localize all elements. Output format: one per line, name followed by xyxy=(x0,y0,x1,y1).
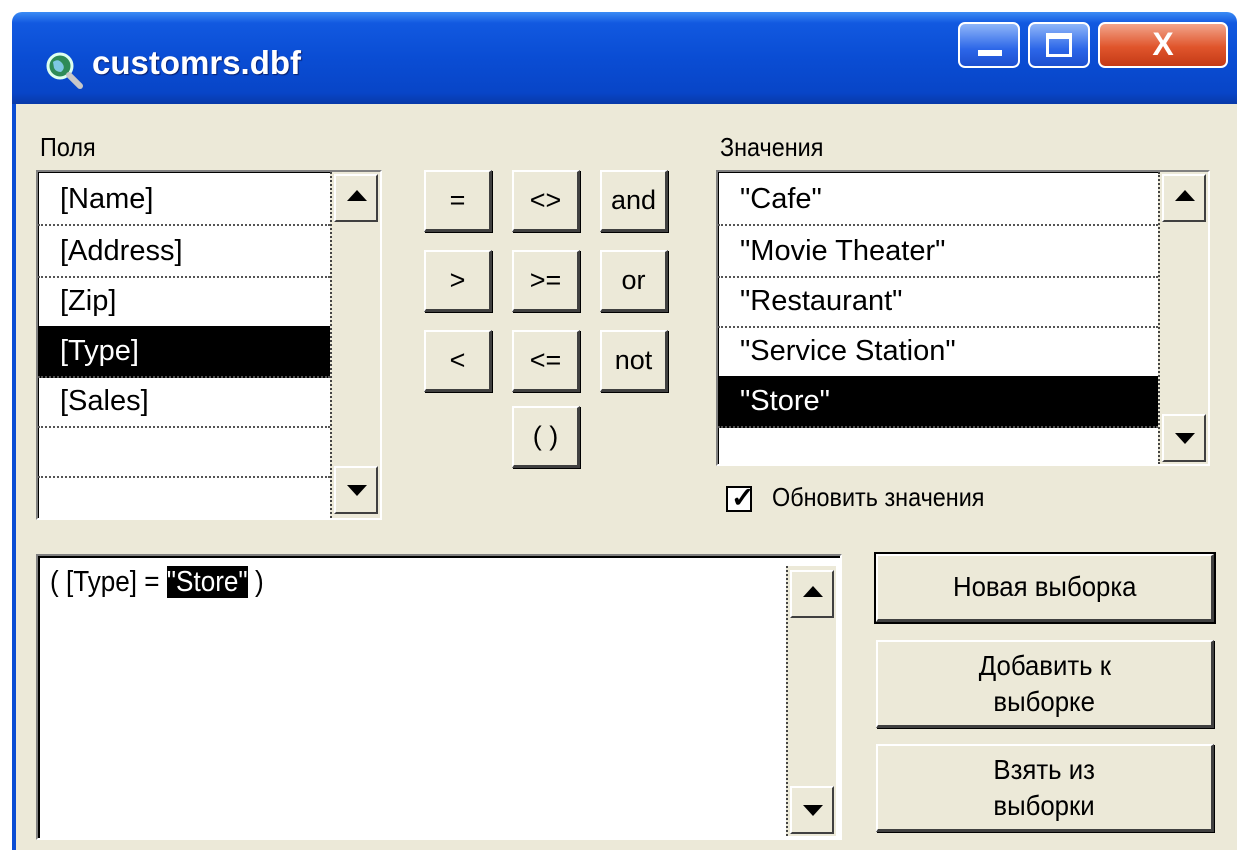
expression-textarea[interactable]: ( [Type] = "Store" ) xyxy=(36,554,842,840)
value-item-movie-theater[interactable]: "Movie Theater" xyxy=(718,226,1158,278)
expression-scroll-up-button[interactable] xyxy=(790,570,834,618)
new-selection-label: Новая выборка xyxy=(952,571,1137,602)
fields-scrollbar[interactable] xyxy=(330,172,380,518)
expression-suffix: ) xyxy=(247,566,264,598)
value-item-service-station[interactable]: "Service Station" xyxy=(718,326,1158,378)
values-label: Значения xyxy=(720,132,824,162)
field-item-sales[interactable]: [Sales] xyxy=(38,376,330,428)
values-scrollbar[interactable] xyxy=(1158,172,1208,464)
expression-prefix: ( [Type] = xyxy=(50,566,167,598)
field-item-name[interactable]: [Name] xyxy=(38,174,330,226)
operator-equals-button[interactable]: = xyxy=(424,170,492,232)
minimize-button[interactable] xyxy=(958,22,1020,68)
fields-listbox[interactable]: [Name] [Address] [Zip] [Type] [Sales] xyxy=(36,170,382,520)
field-item-type[interactable]: [Type] xyxy=(38,326,330,378)
close-icon: X xyxy=(1152,26,1174,62)
operator-parentheses-button[interactable]: ( ) xyxy=(512,406,580,468)
operator-and-button[interactable]: and xyxy=(600,170,668,232)
close-button[interactable]: X xyxy=(1098,22,1228,68)
operator-not-equal-button[interactable]: <> xyxy=(512,170,580,232)
operator-greater-button[interactable]: > xyxy=(424,250,492,312)
scroll-down-arrow-icon xyxy=(1175,433,1195,444)
field-item-zip[interactable]: [Zip] xyxy=(38,276,330,328)
desktop-edge xyxy=(0,0,1237,12)
operator-or-button[interactable]: or xyxy=(600,250,668,312)
minimize-icon xyxy=(978,50,1002,56)
checkmark-icon: ✓ xyxy=(731,482,755,513)
new-selection-button[interactable]: Новая выборка xyxy=(874,552,1216,624)
values-listbox[interactable]: "Cafe" "Movie Theater" "Restaurant" "Ser… xyxy=(716,170,1210,466)
scroll-up-arrow-icon xyxy=(1175,190,1195,201)
operator-not-button[interactable]: not xyxy=(600,330,668,392)
value-item-cafe[interactable]: "Cafe" xyxy=(718,174,1158,226)
expression-text: ( [Type] = "Store" ) xyxy=(50,566,264,599)
field-item-empty xyxy=(38,476,330,528)
operator-less-equal-button[interactable]: <= xyxy=(512,330,580,392)
window-title: customrs.dbf xyxy=(92,44,302,81)
app-globe-magnifier-icon xyxy=(46,52,83,89)
values-scroll-down-button[interactable] xyxy=(1162,414,1206,462)
maximize-button[interactable] xyxy=(1028,22,1090,68)
select-from-label-line1: Взять из xyxy=(993,754,1096,785)
value-item-store[interactable]: "Store" xyxy=(718,376,1158,428)
fields-scroll-up-button[interactable] xyxy=(334,174,378,222)
add-to-selection-label-line2: выборке xyxy=(993,686,1096,717)
fields-label: Поля xyxy=(40,132,96,162)
scroll-down-arrow-icon xyxy=(803,805,823,816)
value-item-empty xyxy=(718,426,1158,464)
fields-scroll-down-button[interactable] xyxy=(334,466,378,514)
expression-scroll-down-button[interactable] xyxy=(790,786,834,834)
field-item-address[interactable]: [Address] xyxy=(38,226,330,278)
scroll-up-arrow-icon xyxy=(347,190,367,201)
operator-less-button[interactable]: < xyxy=(424,330,492,392)
value-item-restaurant[interactable]: "Restaurant" xyxy=(718,276,1158,328)
scroll-down-arrow-icon xyxy=(347,485,367,496)
expression-selected-text: "Store" xyxy=(166,566,248,598)
field-item-empty xyxy=(38,426,330,478)
add-to-selection-button[interactable]: Добавить к выборке xyxy=(876,640,1214,728)
select-from-label-line2: выборки xyxy=(993,790,1096,821)
scroll-up-arrow-icon xyxy=(803,586,823,597)
add-to-selection-label-line1: Добавить к xyxy=(978,650,1111,681)
select-from-selection-button[interactable]: Взять из выборки xyxy=(876,744,1214,832)
operator-greater-equal-button[interactable]: >= xyxy=(512,250,580,312)
values-scroll-up-button[interactable] xyxy=(1162,174,1206,222)
maximize-icon xyxy=(1046,33,1072,57)
update-values-label[interactable]: Обновить значения xyxy=(772,482,984,513)
update-values-checkbox[interactable]: ✓ xyxy=(726,482,755,513)
expression-scrollbar[interactable] xyxy=(786,566,836,836)
